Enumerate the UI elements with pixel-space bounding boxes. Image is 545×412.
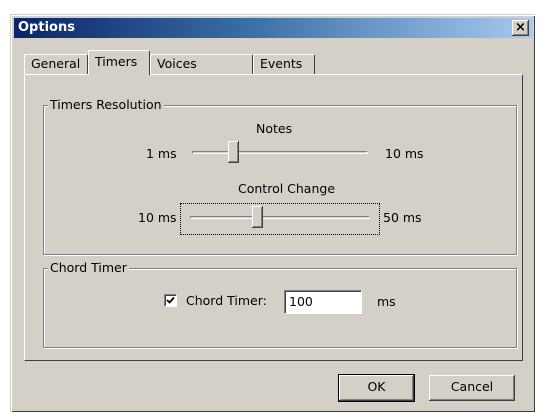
tab-label: Timers	[95, 54, 138, 69]
slider-thumb[interactable]	[252, 206, 263, 228]
timers-tab-panel: Timers Resolution Notes 1 ms 10 ms Contr…	[24, 74, 523, 361]
cancel-label: Cancel	[450, 379, 494, 394]
tab-label: General	[31, 56, 81, 71]
cancel-button[interactable]: Cancel	[429, 375, 515, 401]
timers-resolution-group: Timers Resolution Notes 1 ms 10 ms Contr…	[43, 97, 517, 255]
chord-timer-checkbox-label[interactable]: Chord Timer:	[186, 293, 267, 308]
ok-label: OK	[367, 379, 386, 394]
slider-track	[190, 216, 370, 219]
chord-timer-group: Chord Timer Chord Timer: 100 ms	[43, 260, 517, 348]
close-button[interactable]: ×	[512, 20, 529, 36]
title-bar[interactable]: Options ×	[14, 18, 533, 38]
control-change-label: Control Change	[238, 181, 336, 196]
chord-timer-checkbox[interactable]	[164, 294, 177, 307]
window-title: Options	[18, 20, 75, 35]
notes-label: Notes	[256, 121, 293, 136]
tab-voices-default[interactable]: Voices Default	[150, 54, 253, 89]
tab-label: Events	[260, 56, 303, 71]
chord-timer-unit: ms	[377, 294, 396, 309]
control-change-slider[interactable]	[190, 206, 370, 230]
control-change-min-label: 10 ms	[138, 210, 177, 225]
tab-events[interactable]: Events	[253, 54, 315, 74]
slider-thumb[interactable]	[228, 141, 239, 163]
notes-slider[interactable]	[192, 141, 368, 165]
ok-button[interactable]: OK	[338, 374, 415, 402]
control-change-max-label: 50 ms	[383, 210, 422, 225]
notes-max-label: 10 ms	[385, 146, 424, 161]
notes-min-label: 1 ms	[146, 146, 177, 161]
tab-general[interactable]: General	[24, 54, 88, 74]
group-label: Timers Resolution	[48, 97, 164, 112]
slider-track	[192, 151, 368, 154]
tab-timers[interactable]: Timers	[88, 50, 150, 75]
close-icon: ×	[515, 20, 526, 35]
group-label: Chord Timer	[48, 260, 129, 275]
chord-timer-value: 100	[289, 294, 313, 309]
check-icon	[166, 296, 175, 304]
chord-timer-input[interactable]: 100	[284, 290, 362, 314]
